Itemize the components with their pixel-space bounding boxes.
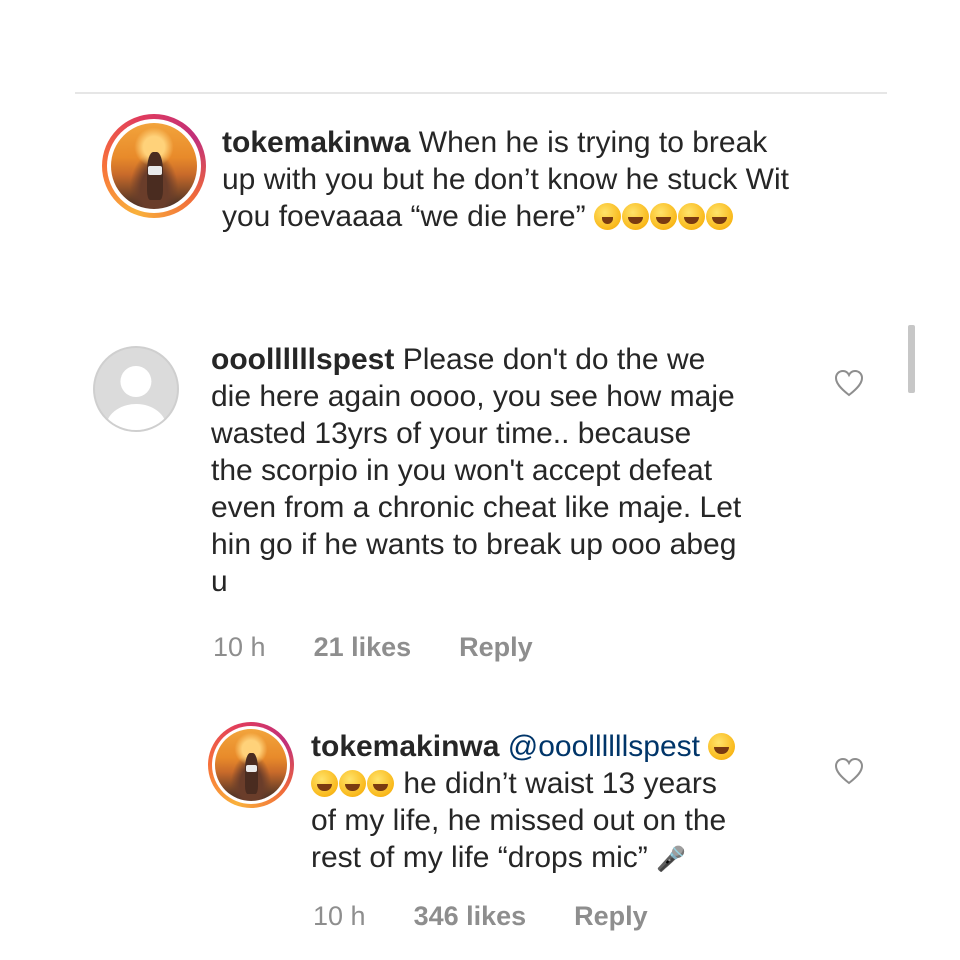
comment-username[interactable]: tokemakinwa: [222, 126, 410, 159]
avatar-ooollllllspest[interactable]: [93, 346, 179, 432]
microphone-icon: 🎤: [656, 846, 686, 873]
comment-time: 10 h: [213, 632, 266, 662]
likes-count[interactable]: 346 likes: [414, 901, 527, 932]
reply-button[interactable]: Reply: [574, 901, 648, 932]
laughing-emoji: [705, 203, 733, 230]
laughing-emoji: [649, 203, 677, 230]
reply-button[interactable]: Reply: [459, 632, 533, 663]
laughing-emoji: [621, 203, 649, 230]
comments-page: tokemakinwa When he is trying to break u…: [0, 0, 960, 960]
scrollbar-thumb[interactable]: [908, 325, 915, 393]
divider: [75, 92, 887, 94]
laughing-emoji: [311, 770, 338, 797]
mention-link[interactable]: @ooollllllspest: [508, 730, 700, 763]
caption-comment: tokemakinwa When he is trying to break u…: [222, 126, 789, 233]
laughing-emoji: [708, 733, 736, 760]
laughing-emoji: [339, 770, 366, 797]
avatar-tokemakinwa[interactable]: [102, 114, 206, 218]
comment-username[interactable]: tokemakinwa: [311, 730, 499, 763]
comment-body: ooollllllspest Please don't do the we di…: [211, 343, 742, 598]
laughing-emoji: [367, 770, 394, 797]
heart-outline-icon[interactable]: [834, 369, 864, 397]
comment-meta: 10 h 346 likes Reply: [313, 901, 648, 932]
comment-meta: 10 h 21 likes Reply: [213, 632, 533, 663]
likes-count[interactable]: 21 likes: [314, 632, 412, 663]
heart-outline-icon[interactable]: [834, 757, 864, 785]
winking-tongue-emoji: [593, 203, 621, 230]
comment-username[interactable]: ooollllllspest: [211, 343, 394, 376]
comment-time: 10 h: [313, 901, 366, 931]
reply-comment-body: tokemakinwa @ooollllllspest he didn’t wa…: [311, 728, 811, 878]
laughing-emoji: [677, 203, 705, 230]
avatar-tokemakinwa[interactable]: [208, 722, 294, 808]
